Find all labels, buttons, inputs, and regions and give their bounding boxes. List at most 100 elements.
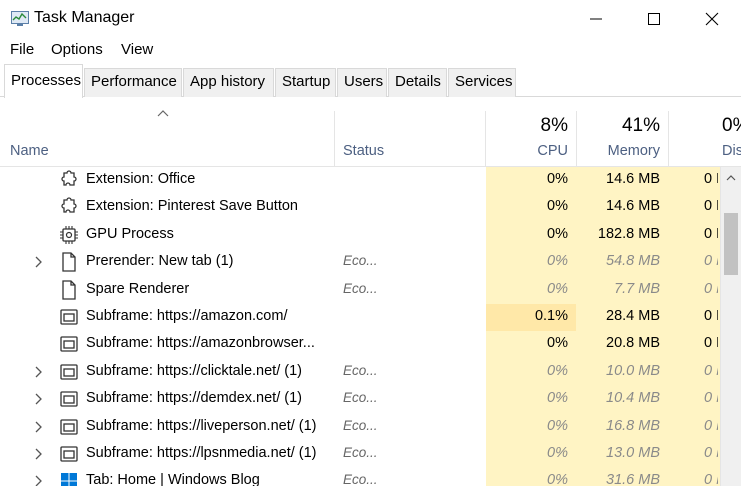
frame-icon bbox=[60, 391, 78, 407]
process-memory: 16.8 MB bbox=[606, 417, 660, 434]
column-header: Name Status 8% CPU 41% Memory 0% Disk bbox=[0, 97, 741, 167]
table-row[interactable]: Subframe: https://liveperson.net/ (1) Eco… bbox=[0, 414, 720, 441]
process-name: Prerender: New tab (1) bbox=[86, 253, 234, 270]
process-disk: 0 MB/s bbox=[704, 335, 718, 352]
expand-chevron-icon[interactable] bbox=[34, 448, 42, 460]
process-memory: 28.4 MB bbox=[606, 308, 660, 324]
process-name: Tab: Home | Windows Blog bbox=[86, 472, 260, 486]
table-row[interactable]: Prerender: New tab (1) Eco... 0% 54.8 MB 0 M… bbox=[0, 249, 720, 276]
process-memory: 13.0 MB bbox=[606, 445, 660, 461]
scrollbar-thumb[interactable] bbox=[724, 213, 738, 275]
expand-chevron-icon[interactable] bbox=[34, 256, 42, 268]
header-cpu-percent[interactable]: 8% bbox=[486, 115, 568, 137]
tab-app-history[interactable]: App history bbox=[183, 68, 274, 97]
frame-icon bbox=[60, 446, 78, 462]
table-row[interactable]: Subframe: https://amazon.com/0.1% 28.4 MB… bbox=[0, 304, 720, 331]
tab-processes[interactable]: Processes bbox=[4, 64, 83, 98]
vertical-scrollbar[interactable] bbox=[720, 167, 741, 486]
process-disk: 0 MB/s bbox=[704, 445, 718, 461]
header-cpu[interactable]: CPU bbox=[486, 143, 568, 159]
tab-details[interactable]: Details bbox=[388, 68, 447, 97]
process-cpu: 0% bbox=[547, 445, 568, 461]
process-name: GPU Process bbox=[86, 225, 174, 242]
tab-startup[interactable]: Startup bbox=[275, 68, 336, 97]
tab-users[interactable]: Users bbox=[337, 68, 387, 97]
process-disk: 0 MB/s bbox=[704, 472, 718, 486]
process-cpu: 0% bbox=[547, 390, 568, 407]
process-disk: 0 MB/s bbox=[704, 225, 718, 242]
process-disk: 0 MB/s bbox=[704, 362, 718, 379]
process-name: Subframe: https://amazonbrowser... bbox=[86, 335, 315, 352]
process-cpu: 0% bbox=[547, 253, 568, 270]
process-status: Eco... bbox=[343, 253, 378, 269]
column-separator bbox=[334, 111, 335, 167]
table-row[interactable]: GPU Process 0% 182.8 MB 0 MB/s bbox=[0, 222, 720, 249]
header-memory-percent[interactable]: 41% bbox=[576, 115, 660, 137]
frame-icon bbox=[60, 309, 78, 325]
maximize-button[interactable] bbox=[625, 0, 683, 38]
process-cpu: 0% bbox=[547, 335, 568, 352]
tab-performance[interactable]: Performance bbox=[84, 68, 182, 97]
sort-ascending-icon[interactable] bbox=[157, 109, 169, 117]
process-memory: 14.6 MB bbox=[606, 171, 660, 187]
expand-chevron-icon[interactable] bbox=[34, 393, 42, 405]
process-name: Subframe: https://lpsnmedia.net/ (1) bbox=[86, 445, 317, 461]
process-name: Subframe: https://demdex.net/ (1) bbox=[86, 390, 302, 407]
table-row[interactable]: Subframe: https://demdex.net/ (1) Eco... 0… bbox=[0, 386, 720, 413]
scroll-up-icon[interactable] bbox=[726, 175, 736, 181]
header-disk-percent[interactable]: 0% bbox=[722, 115, 741, 137]
process-disk: 0 MB/s bbox=[704, 280, 718, 297]
expand-chevron-icon[interactable] bbox=[34, 366, 42, 378]
table-row[interactable]: Subframe: https://amazonbrowser... 0% 20.8… bbox=[0, 331, 720, 358]
close-button[interactable] bbox=[683, 0, 741, 38]
process-memory: 10.4 MB bbox=[606, 390, 660, 407]
table-row[interactable]: Extension: Pinterest Save Button 0% 14.6 M… bbox=[0, 194, 720, 221]
task-manager-icon bbox=[11, 11, 29, 26]
header-memory[interactable]: Memory bbox=[576, 143, 660, 159]
minimize-button[interactable] bbox=[567, 0, 625, 38]
menu-bar: File Options View bbox=[0, 38, 741, 62]
menu-file[interactable]: File bbox=[10, 41, 34, 58]
process-memory: 20.8 MB bbox=[606, 335, 660, 352]
process-status: Eco... bbox=[343, 362, 378, 378]
process-memory: 31.6 MB bbox=[606, 472, 660, 486]
column-separator bbox=[668, 111, 669, 167]
process-name: Subframe: https://amazon.com/ bbox=[86, 308, 288, 324]
table-row[interactable]: Spare Renderer Eco... 0% 7.7 MB 0 MB/s bbox=[0, 277, 720, 304]
process-memory: 10.0 MB bbox=[606, 362, 660, 379]
frame-icon bbox=[60, 364, 78, 380]
table-row[interactable]: Subframe: https://lpsnmedia.net/ (1) Eco.… bbox=[0, 441, 720, 468]
process-cpu: 0% bbox=[547, 362, 568, 379]
close-icon bbox=[705, 12, 719, 26]
process-cpu: 0% bbox=[547, 198, 568, 215]
process-cpu: 0% bbox=[547, 280, 568, 297]
header-status[interactable]: Status bbox=[343, 143, 384, 159]
puzzle-icon bbox=[61, 170, 77, 186]
process-name: Subframe: https://clicktale.net/ (1) bbox=[86, 362, 302, 379]
process-disk: 0 MB/s bbox=[704, 253, 718, 270]
frame-icon bbox=[60, 336, 78, 353]
process-disk: 0 MB/s bbox=[704, 308, 718, 324]
windows-icon bbox=[61, 473, 77, 486]
process-name: Spare Renderer bbox=[86, 280, 190, 297]
process-memory: 54.8 MB bbox=[606, 253, 660, 270]
process-cpu: 0% bbox=[547, 225, 568, 242]
process-name: Extension: Pinterest Save Button bbox=[86, 198, 298, 215]
expand-chevron-icon[interactable] bbox=[34, 475, 42, 486]
window-title: Task Manager bbox=[34, 9, 135, 26]
tab-services[interactable]: Services bbox=[448, 68, 516, 97]
process-name: Subframe: https://liveperson.net/ (1) bbox=[86, 417, 317, 434]
process-name: Extension: Office bbox=[86, 171, 196, 187]
process-memory: 7.7 MB bbox=[614, 280, 660, 297]
expand-chevron-icon[interactable] bbox=[34, 421, 42, 433]
process-disk: 0 MB/s bbox=[704, 171, 718, 187]
menu-view[interactable]: View bbox=[121, 41, 153, 58]
process-memory: 14.6 MB bbox=[606, 198, 660, 215]
header-disk[interactable]: Disk bbox=[722, 143, 741, 159]
table-row[interactable]: Tab: Home | Windows Blog Eco... 0% 31.6 MB 0… bbox=[0, 468, 720, 486]
table-row[interactable]: Extension: Office 0% 14.6 MB 0 MB/s bbox=[0, 167, 720, 194]
menu-options[interactable]: Options bbox=[51, 41, 103, 58]
maximize-icon bbox=[648, 13, 660, 25]
table-row[interactable]: Subframe: https://clicktale.net/ (1) Eco.… bbox=[0, 359, 720, 386]
header-name[interactable]: Name bbox=[10, 143, 49, 159]
